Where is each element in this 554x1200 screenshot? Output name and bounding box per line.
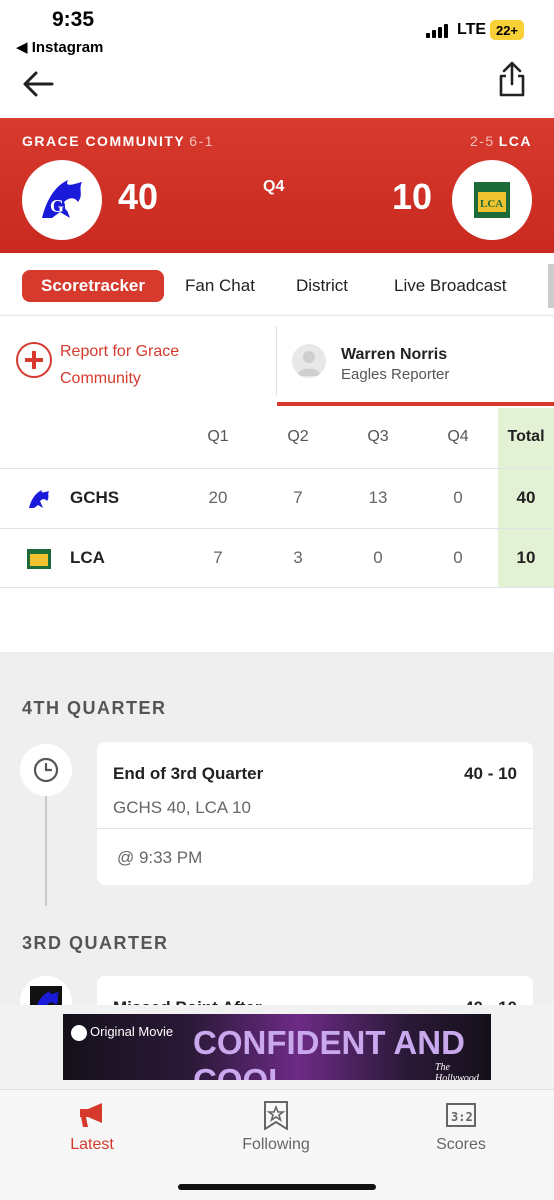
reporter-name[interactable]: Warren Norris — [341, 346, 447, 364]
ad-tag-label: Original Movie — [90, 1024, 174, 1039]
section-header: 4TH QUARTER — [22, 698, 167, 718]
add-report-icon[interactable] — [16, 342, 52, 378]
nav-scores[interactable]: 3:2 Scores — [401, 1100, 521, 1154]
reporter-role: Eagles Reporter — [341, 366, 450, 383]
report-link[interactable]: Report for Grace Community — [60, 338, 230, 392]
tab-district[interactable]: District — [296, 270, 348, 302]
back-arrow-icon[interactable] — [20, 64, 60, 104]
away-team-label: 2-5 LCA — [470, 133, 532, 149]
home-team-label: GRACE COMMUNITY 6-1 — [22, 133, 214, 149]
score-cell: 20 — [208, 488, 228, 507]
svg-text:GC: GC — [50, 196, 77, 216]
score-cell: 0 — [453, 548, 463, 567]
header-total: Total — [507, 428, 545, 445]
network-label: LTE — [457, 21, 487, 38]
table-row: GCHS 20 7 13 0 40 — [0, 468, 554, 528]
status-time: 9:35 — [52, 8, 95, 31]
home-team-logo[interactable]: GC — [22, 160, 102, 240]
home-team-record: 6-1 — [189, 133, 215, 149]
event-card[interactable]: Missed Point After 40 - 10 — [97, 976, 533, 1008]
nav-label: Latest — [70, 1136, 114, 1153]
clock-icon — [20, 744, 72, 796]
score-cell: 0 — [373, 548, 383, 567]
ad-banner-container: Original Movie CONFIDENT AND COOL The Ho… — [0, 1005, 554, 1089]
svg-text:LCA: LCA — [480, 198, 503, 210]
event-score: 40 - 10 — [464, 764, 517, 783]
ad-banner[interactable]: Original Movie CONFIDENT AND COOL The Ho… — [63, 1014, 491, 1080]
ad-brand: The Hollywood Reporter — [435, 1062, 479, 1080]
header-q2: Q2 — [287, 428, 309, 445]
event-detail: GCHS 40, LCA 10 — [113, 798, 251, 817]
report-section: Report for Grace Community Warren Norris… — [0, 324, 554, 408]
nav-latest[interactable]: Latest — [32, 1100, 152, 1154]
paramount-logo-icon — [71, 1024, 87, 1041]
svg-text:3:2: 3:2 — [451, 1110, 473, 1124]
top-nav — [0, 56, 554, 116]
reporter-selected-underline — [277, 402, 554, 406]
play-by-play-feed: 4TH QUARTER End of 3rd Quarter 40 - 10 G… — [0, 652, 554, 1008]
gchs-logo-icon — [26, 486, 52, 512]
home-indicator — [178, 1184, 376, 1190]
status-bar: 9:35 ◀ Instagram LTE 22+ — [0, 0, 554, 60]
event-title: End of 3rd Quarter — [113, 764, 264, 783]
scoreboard-icon: 3:2 — [445, 1100, 477, 1130]
battery-icon: 22+ — [490, 20, 524, 40]
away-team-record: 2-5 — [469, 133, 495, 149]
share-icon[interactable] — [494, 60, 530, 100]
table-row: LCA 7 3 0 0 10 — [0, 528, 554, 588]
tab-live-broadcast[interactable]: Live Broadcast — [394, 270, 506, 302]
nav-label: Scores — [436, 1136, 486, 1153]
total-cell: 10 — [516, 548, 536, 567]
away-team-logo[interactable]: LCA — [452, 160, 532, 240]
ad-tag: Original Movie — [71, 1024, 173, 1041]
nav-following[interactable]: Following — [216, 1100, 336, 1154]
score-cell: 7 — [213, 548, 223, 567]
bottom-nav: Latest Following 3:2 Scores — [0, 1089, 554, 1200]
team-logo-icon — [20, 976, 72, 1008]
team-name: GCHS — [70, 488, 120, 507]
header-q1: Q1 — [207, 428, 229, 445]
away-team-name: LCA — [498, 133, 532, 149]
away-score: 10 — [392, 176, 433, 217]
event-time: @ 9:33 PM — [117, 848, 203, 867]
tab-fan-chat[interactable]: Fan Chat — [185, 270, 255, 302]
megaphone-icon — [76, 1100, 108, 1130]
header-q4: Q4 — [447, 428, 469, 445]
tab-scroll-edge — [548, 264, 554, 308]
card-divider — [97, 828, 533, 829]
event-card[interactable]: End of 3rd Quarter 40 - 10 GCHS 40, LCA … — [97, 742, 533, 885]
score-cell: 7 — [293, 488, 303, 507]
score-cell: 13 — [368, 488, 388, 507]
total-cell: 40 — [516, 488, 536, 507]
home-team-name: GRACE COMMUNITY — [22, 133, 186, 149]
team-name: LCA — [70, 548, 105, 567]
lca-logo-icon — [26, 546, 52, 572]
tab-bar: Scoretracker Fan Chat District Live Broa… — [0, 256, 554, 316]
header-q3: Q3 — [367, 428, 389, 445]
reporter-avatar[interactable] — [292, 344, 326, 378]
tab-scoretracker[interactable]: Scoretracker — [22, 270, 164, 302]
game-period: Q4 — [263, 178, 285, 195]
back-to-instagram-link[interactable]: ◀ Instagram — [16, 38, 103, 56]
nav-label: Following — [242, 1136, 310, 1153]
section-header: 3RD QUARTER — [22, 933, 169, 953]
signal-icon — [426, 24, 448, 38]
report-divider — [276, 326, 277, 396]
score-cell: 0 — [453, 488, 463, 507]
box-score-table: Q1 Q2 Q3 Q4 Total GCHS 20 7 13 0 40 LCA … — [0, 408, 554, 588]
home-score: 40 — [118, 176, 159, 217]
star-bookmark-icon — [260, 1100, 292, 1131]
score-header: GRACE COMMUNITY 6-1 2-5 LCA GC 40 Q4 10 LC… — [0, 118, 554, 253]
score-cell: 3 — [293, 548, 303, 567]
